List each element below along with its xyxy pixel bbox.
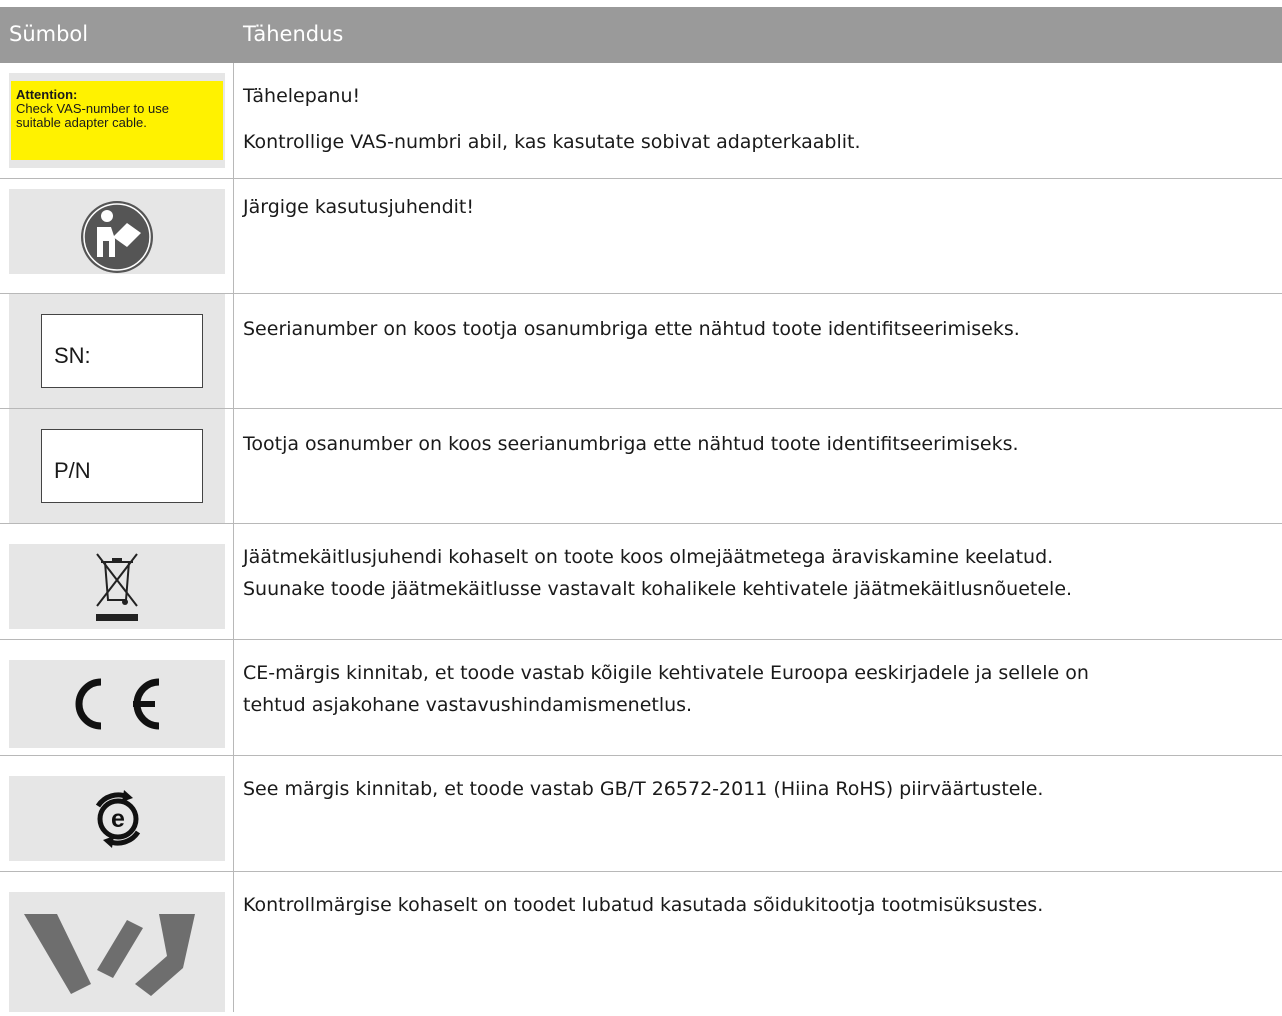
header-symbol: Sümbol [9,22,89,46]
row-meaning: Järgige kasutusjuhendit! [243,191,1278,223]
table-row: CE-märgis kinnitab, et toode vastab kõig… [0,640,1282,756]
table-row: e See märgis kinnitab, et toode vastab G… [0,756,1282,872]
meaning-text: Kontrollmärgise kohaselt on toodet lubat… [243,894,1044,916]
serial-number-label: SN: [9,294,225,408]
table-row: Jäätmekäitlusjuhendi kohaselt on toote k… [0,524,1282,640]
read-manual-icon [9,189,225,274]
header-meaning: Tähendus [243,22,344,46]
ce-mark-icon [9,660,225,748]
table-row: Attention: Check VAS-number to use suita… [0,63,1282,179]
row-meaning: Jäätmekäitlusjuhendi kohaselt on toote k… [243,541,1278,605]
meaning-text: Kontrollige VAS-numbri abil, kas kasutat… [243,131,861,153]
meaning-text: See märgis kinnitab, et toode vastab GB/… [243,778,1044,800]
table-row: SN: Seerianumber on koos tootja osanumbr… [0,294,1282,409]
meaning-text: Jäätmekäitlusjuhendi kohaselt on toote k… [243,546,1054,568]
meaning-text: Tootja osanumber on koos seerianumbriga … [243,433,1019,455]
pn-box: P/N [41,429,203,503]
china-rohs-e-icon: e [9,776,225,861]
attention-label: Attention: Check VAS-number to use suita… [9,73,225,168]
row-meaning: Seerianumber on koos tootja osanumbriga … [243,313,1278,345]
meaning-text: tehtud asjakohane vastavushindamismenetl… [243,694,693,716]
attention-label-title: Attention: [16,87,78,102]
attention-label-line1: Check VAS-number to use [16,101,169,116]
inspection-mark-icon [9,892,225,1012]
row-meaning: Tootja osanumber on koos seerianumbriga … [243,428,1278,460]
part-number-label: P/N [9,409,225,523]
row-meaning: Tähelepanu! Kontrollige VAS-numbri abil,… [243,80,1278,158]
table-row: Kontrollmärgise kohaselt on toodet lubat… [0,872,1282,1012]
svg-text:e: e [111,805,125,833]
row-meaning: See märgis kinnitab, et toode vastab GB/… [243,773,1278,805]
table-header: Sümbol Tähendus [0,7,1282,63]
meaning-text: CE-märgis kinnitab, et toode vastab kõig… [243,662,1089,684]
row-meaning: CE-märgis kinnitab, et toode vastab kõig… [243,657,1278,721]
row-meaning: Kontrollmärgise kohaselt on toodet lubat… [243,889,1278,921]
table-row: Järgige kasutusjuhendit! [0,179,1282,294]
weee-crossed-bin-icon [9,544,225,629]
meaning-text: Seerianumber on koos tootja osanumbriga … [243,318,1020,340]
sn-box: SN: [41,314,203,388]
meaning-text: Järgige kasutusjuhendit! [243,196,474,218]
attention-label-line2: suitable adapter cable. [16,115,147,130]
symbol-table: Sümbol Tähendus Attention: Check VAS-num… [0,7,1282,1012]
table-row: P/N Tootja osanumber on koos seerianumbr… [0,409,1282,524]
meaning-text: Tähelepanu! [243,85,361,107]
meaning-text: Suunake toode jäätmekäitlusse vastavalt … [243,578,1073,600]
